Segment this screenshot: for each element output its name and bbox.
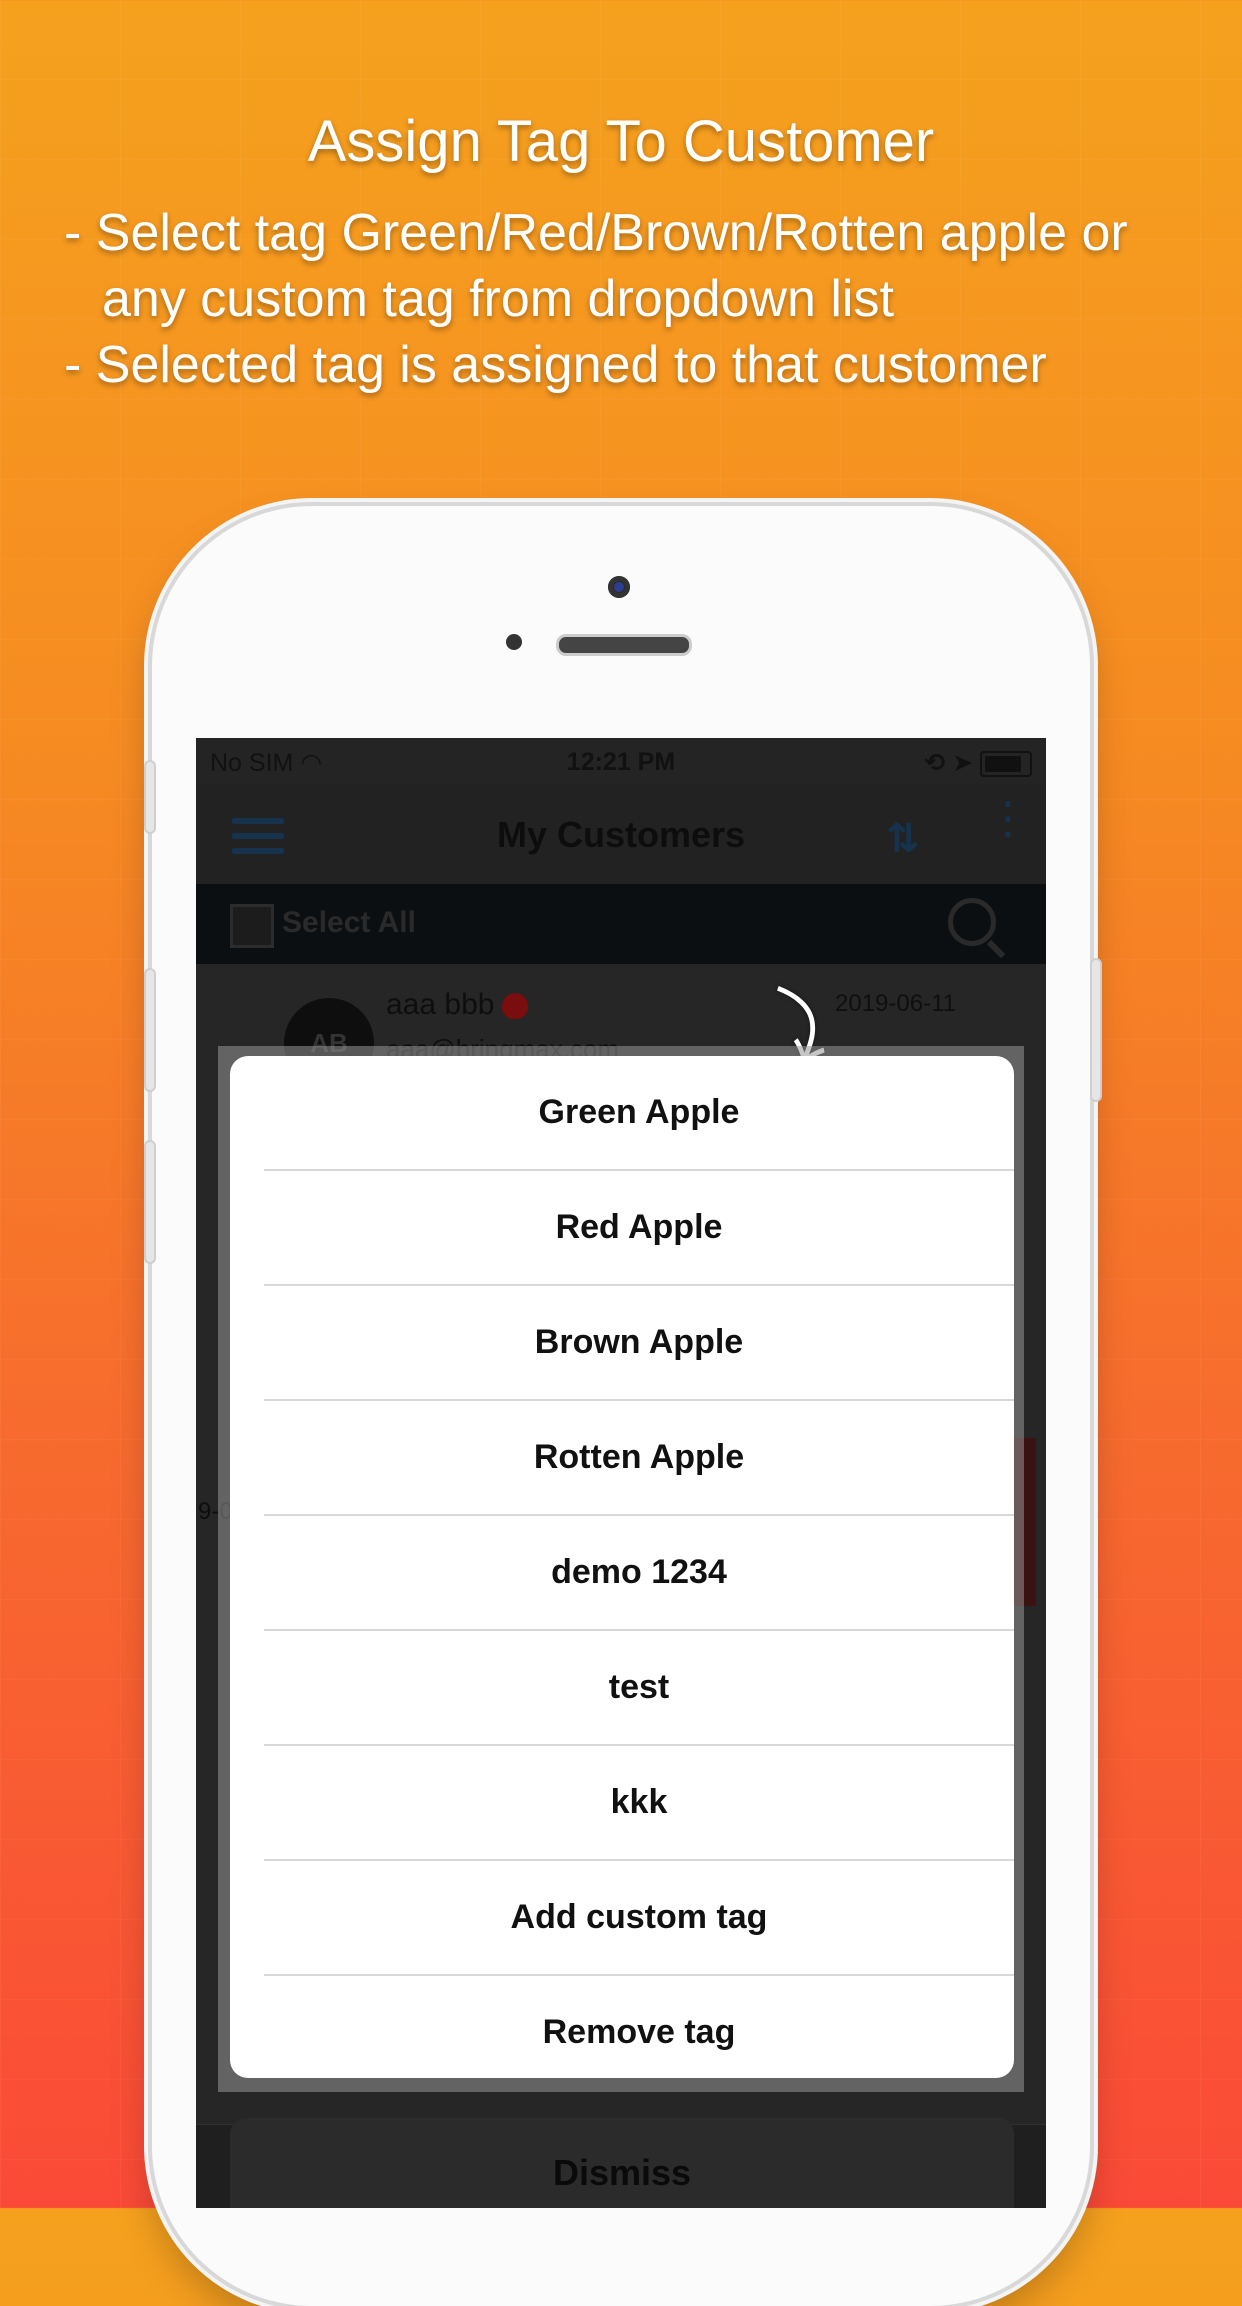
add-custom-tag-button[interactable]: Add custom tag (264, 1861, 1014, 1976)
tag-option-rotten-apple[interactable]: Rotten Apple (264, 1401, 1014, 1516)
tag-option-test[interactable]: test (264, 1631, 1014, 1746)
sort-icon[interactable]: ⇅ (886, 816, 920, 862)
volume-down-button (144, 1140, 156, 1264)
speaker-grille (556, 634, 692, 656)
orientation-lock-icon: ⟲ (924, 749, 946, 777)
promo-bullet: - Select tag Green/Red/Brown/Rotten appl… (64, 204, 1128, 328)
status-icons: ⟲ ➤ (924, 748, 1032, 778)
promo-headline: Assign Tag To Customer (307, 109, 935, 174)
customer-date: 2019-06-11 (835, 990, 956, 1017)
promo-bullets: - Select tag Green/Red/Brown/Rotten appl… (64, 200, 1204, 398)
select-all-checkbox[interactable] (230, 904, 274, 948)
nav-bar: My Customers ⇅ ⋮ (196, 784, 1046, 884)
promo-bullet: - Selected tag is assigned to that custo… (64, 336, 1047, 394)
power-button (1090, 958, 1102, 1102)
camera-icon (608, 576, 630, 598)
tag-action-sheet: Green Apple Red Apple Brown Apple Rotten… (230, 1056, 1014, 2078)
tag-option-green-apple[interactable]: Green Apple (264, 1056, 1014, 1171)
select-all-label: Select All (282, 906, 416, 939)
select-all-bar: Select All (196, 884, 1046, 964)
tag-option-red-apple[interactable]: Red Apple (264, 1171, 1014, 1286)
tag-option-demo-1234[interactable]: demo 1234 (264, 1516, 1014, 1631)
location-icon: ➤ (952, 749, 974, 777)
phone-screen: No SIM ◠ 12:21 PM ⟲ ➤ My Customers ⇅ ⋮ S… (196, 738, 1046, 2208)
sensor-icon (506, 634, 522, 650)
remove-tag-button[interactable]: Remove tag (264, 1976, 1014, 2078)
dismiss-button[interactable]: Dismiss (230, 2118, 1014, 2208)
mute-switch (144, 760, 156, 834)
more-options-icon[interactable]: ⋮ (986, 797, 1030, 841)
battery-icon (980, 751, 1032, 778)
status-bar: No SIM ◠ 12:21 PM ⟲ ➤ (196, 738, 1046, 784)
tag-option-kkk[interactable]: kkk (264, 1746, 1014, 1861)
tag-option-brown-apple[interactable]: Brown Apple (264, 1286, 1014, 1401)
customer-name: aaa bbb (386, 988, 529, 1022)
volume-up-button (144, 968, 156, 1092)
status-time: 12:21 PM (566, 748, 676, 776)
red-apple-icon (502, 993, 529, 1020)
search-icon[interactable] (948, 898, 996, 946)
